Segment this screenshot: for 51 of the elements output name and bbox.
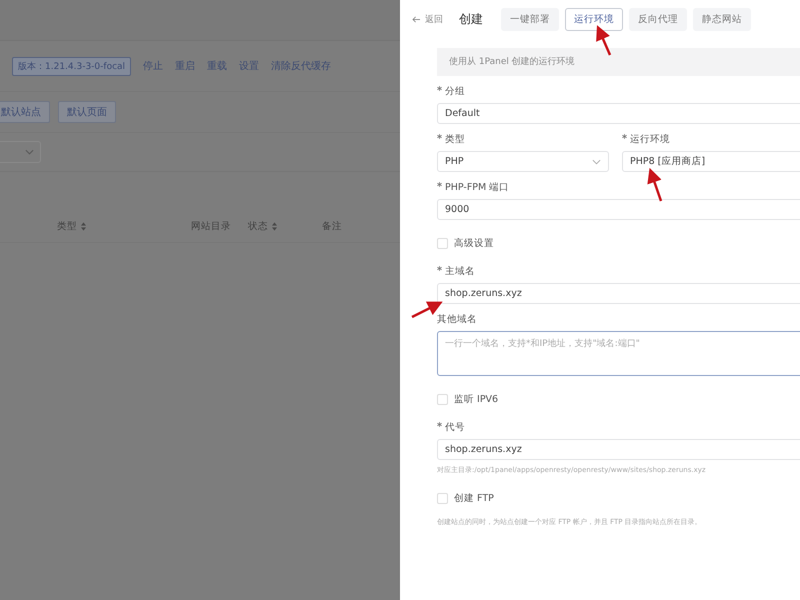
field-label: 分组 [445,85,465,98]
field-label: PHP-FPM 端口 [445,181,510,194]
required-icon [437,134,442,139]
tab[interactable]: 运行环境 [565,8,623,30]
action-link[interactable]: 重启 [175,59,196,73]
select-field[interactable]: PHP [437,151,609,172]
back-link[interactable]: 返回 [412,12,443,26]
required-icon [437,266,442,271]
checkbox[interactable] [437,394,448,405]
input-field[interactable]: shop.zeruns.xyz [437,283,800,304]
column-header[interactable]: 网站目录 [191,220,231,233]
textarea-field[interactable]: 一行一个域名，支持*和IP地址，支持"域名:端口" [437,331,800,376]
input-field[interactable]: 9000 [437,199,800,220]
chevron-icon [592,158,601,164]
input-field[interactable]: shop.zeruns.xyz [437,439,800,460]
checkbox-option[interactable]: 高级设置 [437,237,800,250]
field-label: 其他域名 [437,313,477,326]
action-link[interactable]: 清除反代缓存 [271,59,332,73]
chevron-icon [25,149,34,155]
required-icon [437,422,442,427]
field-label: 类型 [445,133,465,146]
column-header[interactable]: 状态 [248,220,277,233]
checkbox[interactable] [437,493,448,504]
tab[interactable]: 一键部署 [501,8,559,30]
required-icon [622,134,627,139]
select-field[interactable] [0,141,41,163]
action-link[interactable]: 重载 [207,59,228,73]
column-header[interactable]: 类型 [57,220,86,233]
checkbox-option[interactable]: 监听 IPV6 [437,393,800,406]
checkbox-option[interactable]: 创建 FTP [437,492,800,505]
tab[interactable]: 反向代理 [629,8,687,30]
required-icon [437,182,442,187]
required-icon [437,86,442,91]
input-field[interactable]: PHP8 [应用商店] [622,151,800,172]
checkbox[interactable] [437,238,448,249]
input-field[interactable]: Default [437,103,800,124]
site-button[interactable]: 默认站点 [0,101,50,123]
arrow-annotation [596,25,612,56]
arrow-annotation [647,168,662,202]
tab[interactable]: 静态网站 [693,8,751,30]
action-link[interactable]: 停止 [143,59,164,73]
column-header[interactable]: 备注 [322,220,342,233]
back-arrow-icon [412,16,421,22]
site-button[interactable]: 默认页面 [58,101,116,123]
field-label: 运行环境 [630,133,670,146]
version-tag: 版本：1.21.4.3-3-0-focal [12,56,132,76]
action-link[interactable]: 设置 [239,59,260,73]
field-label: 主域名 [445,265,475,278]
notice-bar: 使用从 1Panel 创建的运行环境 [437,48,800,76]
field-label: 代号 [445,421,465,434]
drawer-title: 创建 [459,10,483,28]
